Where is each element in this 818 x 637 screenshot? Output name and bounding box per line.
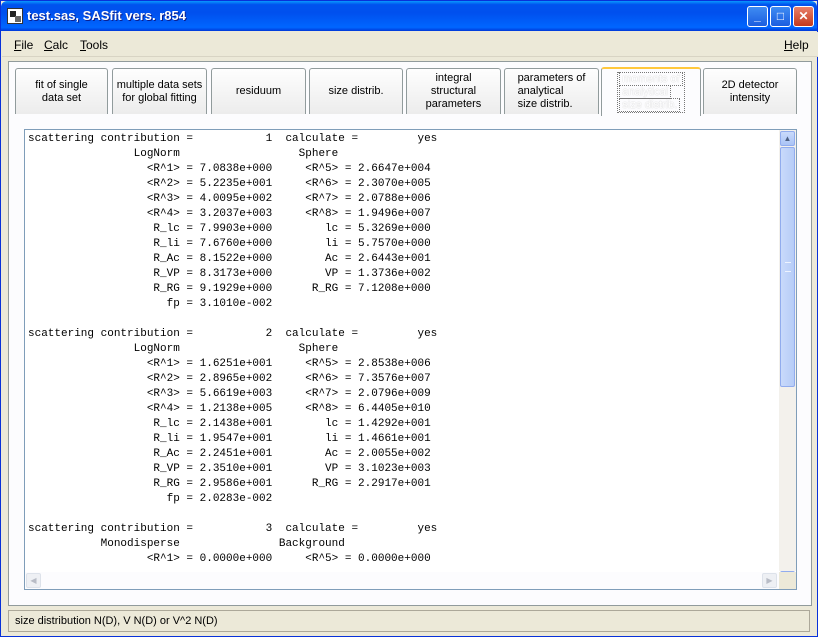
tab-multiple-data-sets[interactable]: multiple data sets for global fitting — [112, 68, 207, 114]
tab-label: parameters of analytical size distrib. — [517, 72, 586, 110]
menu-tools-label: ools — [86, 38, 109, 52]
menu-file[interactable]: File — [14, 38, 33, 52]
menu-help-label: elp — [792, 38, 809, 52]
scroll-right-arrow-icon[interactable]: ▶ — [762, 573, 777, 588]
scroll-up-arrow-icon[interactable]: ▲ — [780, 131, 795, 146]
tab-residuum[interactable]: residuum — [211, 68, 306, 114]
tab-label: residuum — [235, 85, 282, 97]
tab-label: multiple data sets for global fitting — [116, 78, 203, 104]
tab-label: fit of single data set — [35, 78, 88, 104]
close-button[interactable]: ✕ — [793, 6, 814, 27]
scroll-left-arrow-icon[interactable]: ◀ — [26, 573, 41, 588]
app-icon[interactable] — [7, 8, 23, 24]
moments-output-textbox[interactable]: scattering contribution = 1 calculate = … — [24, 129, 797, 590]
vertical-scrollbar[interactable]: ▲ ▼ — [779, 130, 796, 586]
menu-help-mnemonic: H — [784, 38, 793, 52]
menu-calc-label: alc — [52, 38, 69, 52]
tab-label: moments of analytical size distrib. — [617, 72, 685, 113]
minimize-button[interactable]: _ — [747, 6, 768, 27]
maximize-button[interactable]: □ — [770, 6, 791, 27]
tab-integral-structural-parameters[interactable]: integral structural parameters — [406, 68, 501, 114]
horizontal-scrollbar[interactable]: ◀ ▶ — [25, 572, 779, 589]
title-bar[interactable]: test.sas, SASfit vers. r854 _ □ ✕ — [1, 1, 817, 31]
status-text: size distribution N(D), V N(D) or V^2 N(… — [15, 615, 218, 627]
scrollbar-corner — [779, 572, 796, 589]
status-bar: size distribution N(D), V N(D) or V^2 N(… — [8, 610, 810, 632]
menu-tools[interactable]: Tools — [80, 38, 108, 52]
window-title: test.sas, SASfit vers. r854 — [27, 8, 186, 23]
vertical-scroll-thumb[interactable] — [780, 147, 795, 387]
tab-moments-analytical-size-distrib[interactable]: moments of analytical size distrib. — [601, 67, 701, 116]
menu-calc[interactable]: Calc — [44, 38, 68, 52]
tab-label: integral structural parameters — [425, 72, 482, 110]
tab-parameters-analytical-size-distrib[interactable]: parameters of analytical size distrib. — [504, 68, 599, 114]
tab-label: 2D detector intensity — [721, 78, 779, 104]
menu-calc-mnemonic: C — [44, 38, 53, 52]
menu-help[interactable]: Help — [784, 38, 809, 52]
tab-label: size distrib. — [328, 85, 384, 97]
main-window: test.sas, SASfit vers. r854 _ □ ✕ File C… — [0, 0, 818, 637]
tab-2d-detector-intensity[interactable]: 2D detector intensity — [703, 68, 797, 114]
tab-fit-single-data-set[interactable]: fit of single data set — [15, 68, 108, 114]
menu-file-label: ile — [21, 38, 34, 52]
moments-output-text[interactable]: scattering contribution = 1 calculate = … — [28, 132, 776, 568]
menu-bar: File Calc Tools Help — [2, 32, 818, 57]
tab-size-distrib[interactable]: size distrib. — [309, 68, 403, 114]
